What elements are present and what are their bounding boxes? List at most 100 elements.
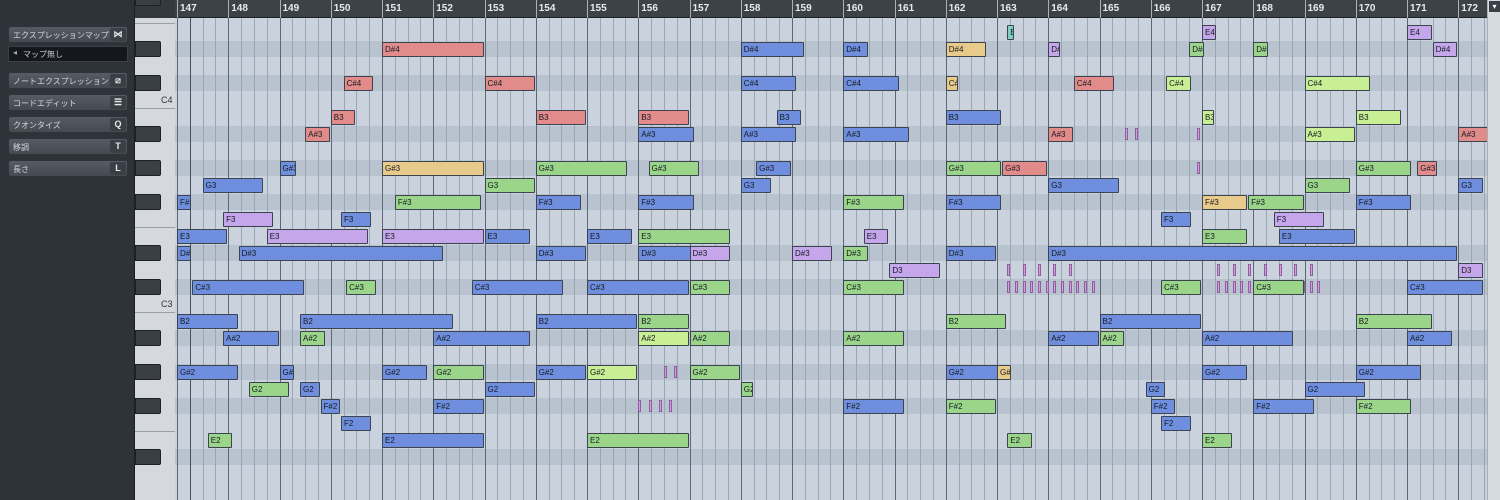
midi-note[interactable]: F2 [1161, 416, 1191, 431]
midi-note[interactable]: A#2 [843, 331, 904, 346]
short-note[interactable] [1068, 264, 1072, 276]
midi-note[interactable]: E3 [638, 229, 730, 244]
midi-note[interactable]: F#2 [945, 399, 996, 414]
chord-edit-icon[interactable]: ☰ [110, 96, 126, 109]
short-note[interactable] [1061, 281, 1065, 293]
midi-note[interactable]: C#4 [1166, 76, 1191, 91]
midi-note[interactable]: D3 [1458, 263, 1483, 278]
midi-note[interactable]: D#4 [945, 42, 986, 57]
short-note[interactable] [1038, 264, 1041, 276]
midi-note[interactable]: A#2 [300, 331, 325, 346]
midi-note[interactable]: E3 [382, 229, 484, 244]
midi-note[interactable]: B2 [945, 314, 1007, 329]
midi-note[interactable]: D#4 [382, 42, 484, 57]
midi-note[interactable]: B2 [535, 314, 638, 329]
short-note[interactable] [1248, 281, 1252, 293]
short-note[interactable] [1196, 128, 1200, 140]
black-key[interactable] [135, 364, 161, 380]
vertical-scrollbar[interactable]: ▾ [1487, 0, 1500, 500]
scroll-down-icon[interactable]: ▾ [1489, 1, 1500, 12]
short-note[interactable] [1076, 281, 1080, 293]
midi-note[interactable]: C#4 [343, 76, 374, 91]
midi-note[interactable]: G#2 [1202, 365, 1248, 380]
midi-note[interactable]: B2 [177, 314, 238, 329]
midi-note[interactable]: G#2 [535, 365, 586, 380]
short-note[interactable] [1007, 264, 1011, 276]
midi-note[interactable]: B3 [1202, 110, 1214, 125]
midi-note[interactable]: A#2 [638, 331, 689, 346]
midi-note[interactable]: A#2 [1202, 331, 1294, 346]
midi-note[interactable]: G#3 [1002, 161, 1048, 176]
midi-note[interactable]: F#2 [320, 399, 340, 414]
black-key[interactable] [135, 245, 161, 261]
midi-note[interactable]: C#3 [471, 280, 563, 295]
midi-note[interactable]: B2 [638, 314, 689, 329]
midi-note[interactable]: G2 [1304, 382, 1365, 397]
midi-note[interactable]: F#2 [1150, 399, 1176, 414]
midi-note[interactable]: C#3 [1253, 280, 1304, 295]
midi-note[interactable]: G3 [202, 178, 264, 193]
inspector-section-4[interactable]: 移調 T [8, 138, 128, 155]
midi-note[interactable]: G#2 [587, 365, 638, 380]
short-note[interactable] [1248, 264, 1252, 276]
midi-note[interactable]: F#3 [638, 195, 694, 210]
midi-note[interactable]: A#2 [1407, 331, 1453, 346]
midi-note[interactable]: D#3 [843, 246, 868, 261]
midi-note[interactable]: D#3 [945, 246, 996, 261]
midi-note[interactable]: G3 [1048, 178, 1119, 193]
midi-note[interactable]: C#4 [484, 76, 535, 91]
short-note[interactable] [1038, 281, 1041, 293]
midi-note[interactable]: D#4 [843, 42, 868, 57]
black-key[interactable] [135, 279, 161, 295]
short-note[interactable] [1309, 281, 1313, 293]
midi-note[interactable]: F3 [223, 212, 274, 227]
short-note[interactable] [1053, 264, 1057, 276]
short-note[interactable] [1217, 281, 1221, 293]
note-grid[interactable]: D#4D#4D#4D#4D#4D#4D#4D#4E4E4E4C#4C#4C#4C… [175, 18, 1487, 500]
midi-note[interactable]: G3 [740, 178, 771, 193]
black-key[interactable] [135, 398, 161, 414]
midi-note[interactable]: G#2 [689, 365, 740, 380]
short-note[interactable] [648, 400, 652, 412]
midi-note[interactable]: C#4 [945, 76, 958, 91]
midi-note[interactable]: C#4 [1304, 76, 1371, 91]
short-note[interactable] [1053, 281, 1057, 293]
short-note[interactable] [1232, 264, 1236, 276]
midi-note[interactable]: F#3 [945, 195, 1002, 210]
midi-note[interactable]: E2 [382, 433, 484, 448]
midi-note[interactable]: A#3 [740, 127, 797, 142]
midi-note[interactable]: F#2 [843, 399, 904, 414]
black-key[interactable] [135, 330, 161, 346]
midi-note[interactable]: D#4 [740, 42, 804, 57]
midi-note[interactable]: G#2 [177, 365, 238, 380]
black-key[interactable] [135, 160, 161, 176]
midi-note[interactable]: G#3 [535, 161, 627, 176]
midi-note[interactable]: E2 [1202, 433, 1232, 448]
midi-note[interactable]: C#3 [689, 280, 730, 295]
midi-note[interactable]: D#3 [535, 246, 586, 261]
midi-note[interactable]: B2 [300, 314, 453, 329]
short-note[interactable] [1196, 162, 1200, 174]
midi-note[interactable]: C#3 [1407, 280, 1483, 295]
midi-note[interactable]: F#3 [535, 195, 581, 210]
midi-note[interactable]: E2 [587, 433, 689, 448]
midi-note[interactable]: D#4 [1432, 42, 1458, 57]
midi-note[interactable]: E3 [863, 229, 889, 244]
short-note[interactable] [638, 400, 642, 412]
piano-keyboard[interactable]: C4 C3 [135, 0, 175, 500]
short-note[interactable] [1022, 264, 1026, 276]
midi-note[interactable]: E3 [1278, 229, 1355, 244]
short-note[interactable] [1309, 264, 1313, 276]
midi-note[interactable]: B3 [1355, 110, 1401, 125]
midi-note[interactable]: G2 [484, 382, 535, 397]
midi-note[interactable]: F#3 [1202, 195, 1248, 210]
midi-note[interactable]: G#2 [1355, 365, 1422, 380]
transpose-icon[interactable]: T [110, 140, 126, 153]
quantize-icon[interactable]: Q [110, 118, 126, 131]
inspector-section-0[interactable]: エクスプレッションマップ ⋈ [8, 26, 128, 43]
midi-note[interactable]: A#2 [1099, 331, 1125, 346]
short-note[interactable] [663, 366, 667, 378]
midi-note[interactable]: E2 [207, 433, 233, 448]
midi-note[interactable]: E3 [484, 229, 530, 244]
short-note[interactable] [658, 400, 662, 412]
